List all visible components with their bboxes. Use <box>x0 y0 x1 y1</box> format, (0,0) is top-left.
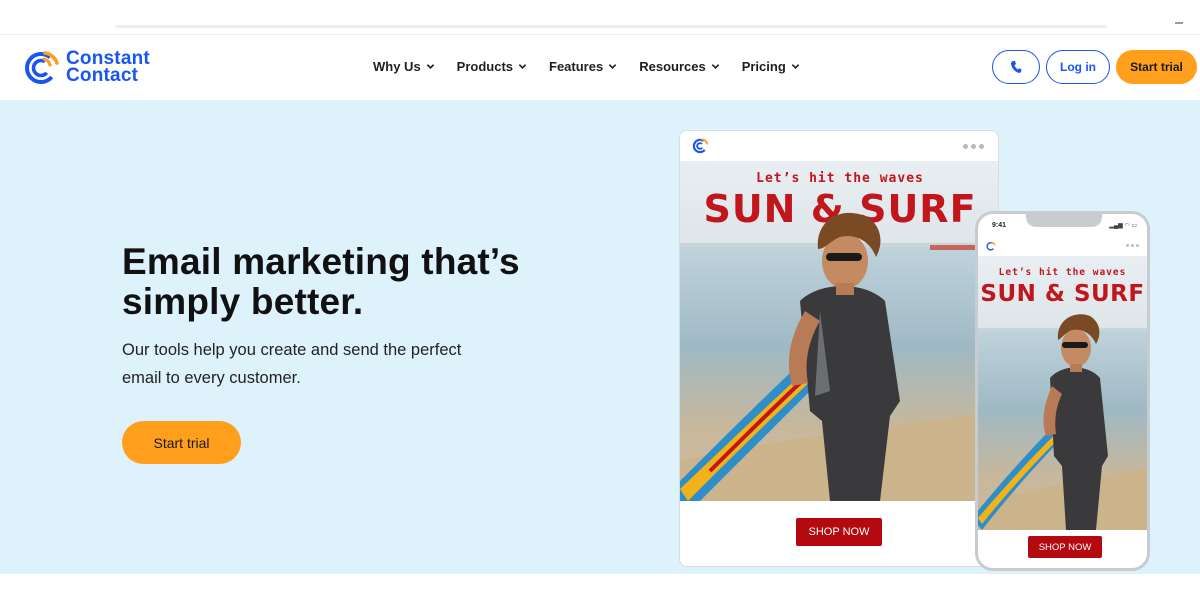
phone-surfer-photo: Let’s hit the waves SUN & SURF <box>978 256 1147 530</box>
phone-preview: 9:41 ▂▄▆ ◠ ▭ Let’s hit the waves SUN & S… <box>975 211 1150 571</box>
nav-label: Pricing <box>741 59 786 74</box>
chevron-down-icon <box>518 64 527 69</box>
phone-signal-icon: ▂▄▆ ◠ ▭ <box>1109 223 1137 229</box>
start-trial-hero-button[interactable]: Start trial <box>122 421 241 464</box>
brand-wordmark: Constant Contact <box>66 49 150 86</box>
phone-surfer-illustration <box>978 314 1147 530</box>
constant-contact-mini-logo-icon <box>986 241 996 251</box>
more-options-icon <box>1124 244 1139 247</box>
hero-subtitle-line-1: Our tools help you create and send the p… <box>122 341 462 359</box>
nav-why-us[interactable]: Why Us <box>373 59 435 74</box>
nav-label: Resources <box>639 59 706 74</box>
nav-features[interactable]: Features <box>549 59 617 74</box>
hero-section: Email marketing that’s simply better. Ou… <box>0 100 1200 574</box>
nav-label: Features <box>549 59 604 74</box>
email-preview-footer: SHOP NOW <box>680 501 998 566</box>
phone-notch <box>1026 214 1102 227</box>
chevron-down-icon <box>608 64 617 69</box>
phone-time: 9:41 <box>992 222 1007 229</box>
nav-resources[interactable]: Resources <box>639 59 719 74</box>
hero-title: Email marketing that’s simply better. <box>122 242 582 322</box>
brand-logo[interactable]: Constant Contact <box>24 49 150 85</box>
shop-now-button[interactable]: SHOP NOW <box>796 518 882 546</box>
phone-email-toolbar <box>978 236 1147 256</box>
email-preview-card: Let’s hit the waves SUN & SURF SHOP NOW <box>679 130 999 567</box>
email-preview-toolbar <box>680 131 998 161</box>
browser-top-strip <box>0 0 1200 34</box>
hero-subtitle: Our tools help you create and send the p… <box>122 336 522 392</box>
main-nav: Why Us Products Features Resources Prici… <box>373 59 822 74</box>
start-trial-header-button[interactable]: Start trial <box>1116 50 1197 84</box>
constant-contact-mini-logo-icon <box>692 138 709 154</box>
constant-contact-logo-icon <box>25 51 59 84</box>
nav-label: Products <box>456 59 514 74</box>
brand-line-2: Contact <box>66 65 139 86</box>
hero-subtitle-line-2: email to every customer. <box>122 369 301 387</box>
minimize-mark <box>1175 22 1183 24</box>
surfer-photo: Let’s hit the waves SUN & SURF <box>680 161 998 501</box>
chevron-down-icon <box>426 64 434 69</box>
login-button[interactable]: Log in <box>1046 50 1110 84</box>
hero-title-line-2: simply better. <box>122 281 364 322</box>
nav-pricing[interactable]: Pricing <box>742 59 800 74</box>
page-below-fold <box>0 574 1200 600</box>
call-button[interactable] <box>992 50 1040 84</box>
nav-products[interactable]: Products <box>457 59 527 74</box>
more-options-icon <box>960 144 984 149</box>
phone-icon <box>1011 61 1022 73</box>
phone-shop-now-button[interactable]: SHOP NOW <box>1028 536 1102 558</box>
chevron-down-icon <box>711 64 719 69</box>
hero-title-line-1: Email marketing that’s <box>122 241 520 282</box>
site-header: Constant Contact Why Us Products Feature… <box>0 34 1200 100</box>
top-divider <box>115 25 1107 28</box>
nav-label: Why Us <box>373 59 421 74</box>
chevron-down-icon <box>791 64 800 69</box>
surfer-illustration <box>680 212 998 501</box>
